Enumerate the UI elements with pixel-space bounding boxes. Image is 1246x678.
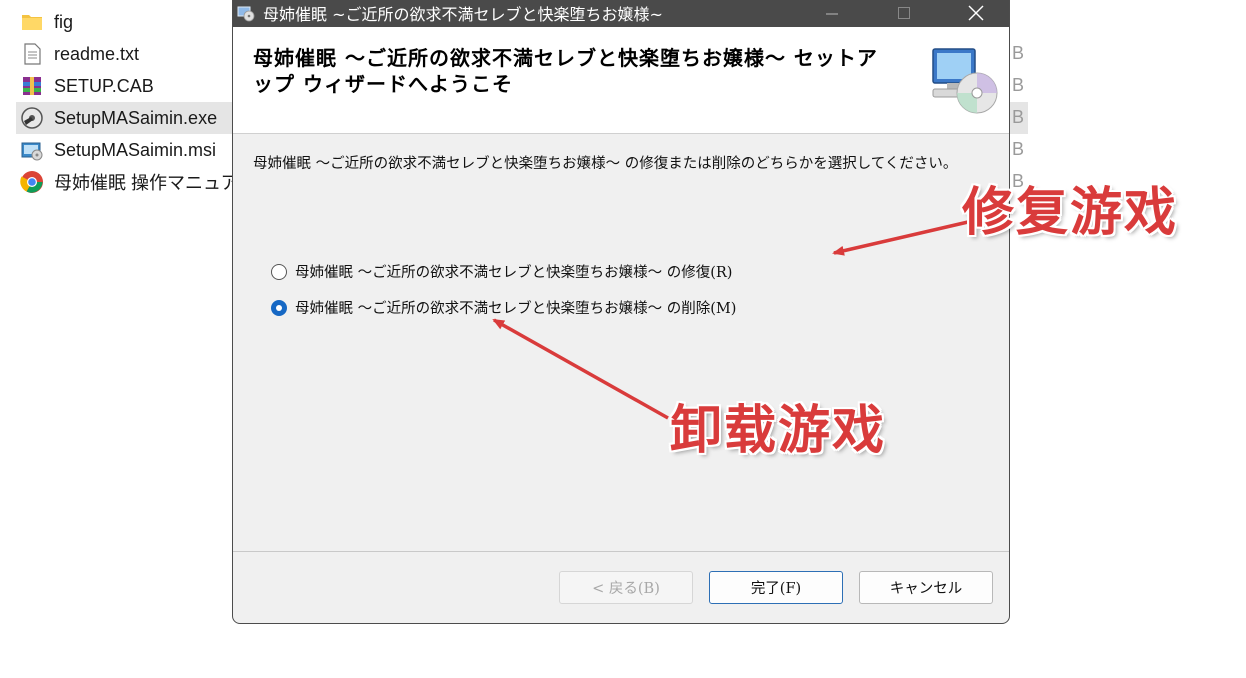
uninstall-annotation-label: 卸载游戏: [670, 400, 887, 461]
dialog-title: 母姉催眠 ~ご近所の欲求不満セレブと快楽堕ちお嬢様~: [263, 5, 663, 24]
chrome-icon: [20, 170, 44, 194]
remove-option-label: 母姉催眠 ～ご近所の欲求不満セレブと快楽堕ちお嬢様～ の削除(M): [295, 301, 737, 317]
intro-instruction: 母姉催眠 ～ご近所の欲求不満セレブと快楽堕ちお嬢様～ の修復または削除のどちらか…: [253, 156, 958, 172]
footer-divider: [233, 551, 1009, 552]
setup-exe-icon: [20, 106, 44, 130]
file-name: SetupMASaimin.msi: [54, 139, 217, 160]
minimize-button[interactable]: [809, 0, 855, 27]
archive-icon: [20, 74, 44, 98]
size-fragment: B: [1012, 139, 1025, 159]
maximize-icon: [898, 7, 910, 19]
repair-annotation-label: 修复游戏: [962, 182, 1179, 243]
maximize-button[interactable]: [881, 0, 927, 27]
file-name: fig: [54, 11, 74, 32]
file-name: SETUP.CAB: [54, 75, 154, 96]
repair-option[interactable]: 母姉催眠 ～ご近所の欲求不満セレブと快楽堕ちお嬢様～ の修復(R): [271, 261, 732, 282]
size-fragment: B: [1012, 107, 1025, 127]
remove-radio[interactable]: [271, 299, 287, 316]
repair-radio[interactable]: [271, 263, 287, 280]
size-fragment: B: [1012, 43, 1025, 63]
remove-option[interactable]: 母姉催眠 ～ご近所の欲求不満セレブと快楽堕ちお嬢様～ の削除(M): [271, 297, 736, 318]
back-button[interactable]: < 戻る(B): [559, 571, 693, 604]
cancel-button[interactable]: キャンセル: [859, 571, 993, 604]
text-file-icon: [20, 42, 44, 66]
minimize-icon: [826, 13, 838, 15]
wizard-header: 母姉催眠 ～ご近所の欲求不満セレブと快楽堕ちお嬢様～ セットアップ ウィザードへ…: [233, 27, 1009, 134]
file-name: 母姉催眠 操作マニュア: [54, 173, 239, 193]
size-fragment: B: [1012, 75, 1025, 95]
repair-option-label: 母姉催眠 ～ご近所の欲求不満セレブと快楽堕ちお嬢様～ の修復(R): [295, 265, 733, 281]
computer-cd-icon: [929, 45, 1001, 115]
finish-button[interactable]: 完了(F): [709, 571, 843, 604]
setup-app-icon: [237, 4, 255, 22]
setup-wizard-dialog: 母姉催眠 ~ご近所の欲求不満セレブと快楽堕ちお嬢様~ 母姉催眠 ～ご近所の欲求不…: [232, 0, 1010, 624]
file-name: SetupMASaimin.exe: [54, 107, 218, 128]
folder-icon: [20, 10, 44, 34]
close-button[interactable]: [953, 0, 999, 27]
close-icon: [968, 5, 984, 21]
msi-package-icon: [20, 138, 44, 162]
wizard-welcome-title: 母姉催眠 ～ご近所の欲求不満セレブと快楽堕ちお嬢様～ セットアップ ウィザードへ…: [253, 46, 878, 96]
dialog-titlebar[interactable]: 母姉催眠 ~ご近所の欲求不満セレブと快楽堕ちお嬢様~: [233, 0, 1009, 27]
file-name: readme.txt: [54, 43, 140, 64]
